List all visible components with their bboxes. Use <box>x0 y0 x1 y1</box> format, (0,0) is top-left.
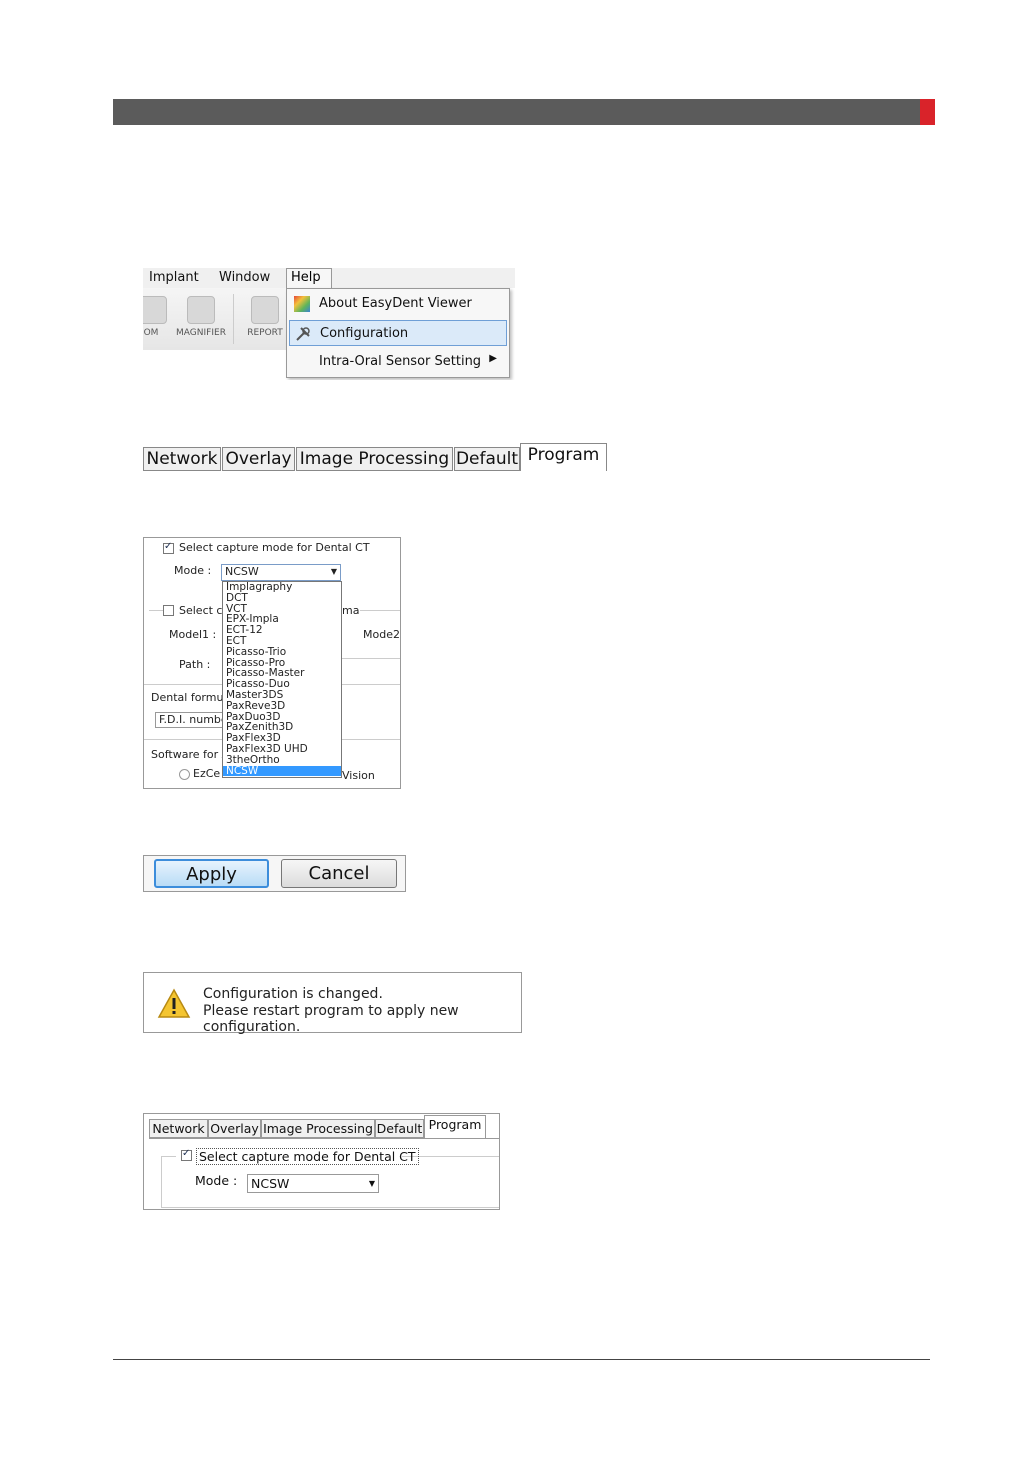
path-label: Path : <box>179 658 211 671</box>
toolbar-zoom[interactable]: OM <box>143 296 167 338</box>
apply-button[interactable]: Apply <box>154 859 269 888</box>
group-line <box>360 610 400 611</box>
model1-label: Model1 : <box>169 628 217 641</box>
mode-label: Mode : <box>195 1173 238 1188</box>
toolbar-report-label: REPORT <box>247 328 283 338</box>
mode-option[interactable]: 3theOrtho <box>223 754 341 766</box>
mode-dropdown-screenshot: Select capture mode for Dental CT Mode :… <box>143 537 401 789</box>
toolbar-magnifier[interactable]: MAGNIFIER <box>176 296 226 338</box>
submenu-arrow-icon: ▶ <box>489 353 497 364</box>
software-label: Software for A <box>151 748 230 761</box>
menu-implant[interactable]: Implant <box>149 270 199 285</box>
restart-message-screenshot: Configuration is changed. Please restart… <box>143 972 522 1035</box>
toolbar-zoom-label: OM <box>143 328 159 338</box>
tab-program[interactable]: Program <box>520 443 607 471</box>
report-icon <box>251 296 279 324</box>
help-dropdown-menu: About EasyDent Viewer Configuration Intr… <box>286 288 510 378</box>
toolbar-magnifier-label: MAGNIFIER <box>176 328 226 338</box>
chevron-down-icon: ▼ <box>330 567 337 576</box>
zoom-icon <box>143 296 167 324</box>
select2-label: Select c <box>179 604 223 617</box>
mode-options-list: Implagraphy DCT VCT EPX-Impla ECT-12 ECT Picas… <box>222 581 342 778</box>
mode-option[interactable]: NCSW <box>223 765 341 777</box>
capture-mode-checkbox[interactable] <box>163 541 174 554</box>
app-icon <box>294 296 310 312</box>
tab-default[interactable]: Default <box>454 447 520 471</box>
tab-network[interactable]: Network <box>149 1119 208 1138</box>
capture-mode-label: Select capture mode for Dental CT <box>196 1148 419 1165</box>
mode-option[interactable]: PaxReve3D <box>223 700 341 712</box>
mode-select[interactable]: NCSW ▼ <box>221 564 341 581</box>
tab-default[interactable]: Default <box>375 1119 424 1138</box>
help-menu-screenshot: Implant Window Help OM MAGNIFIER REPORT … <box>143 268 515 380</box>
apply-cancel-screenshot: Apply Cancel <box>143 855 406 892</box>
magnifier-icon <box>187 296 215 324</box>
message-line2: Please restart program to apply new conf… <box>203 1003 459 1035</box>
dental-formula-value: F.D.I. numbe <box>159 713 228 726</box>
select-mode2-checkbox[interactable] <box>163 605 174 616</box>
path-field-edge <box>342 658 400 659</box>
chevron-down-icon: ▼ <box>368 1179 375 1188</box>
tab-overlay[interactable]: Overlay <box>208 1119 261 1138</box>
ezce-label: EzCe <box>193 767 221 780</box>
ezce-radio[interactable] <box>179 769 190 780</box>
tab-overlay[interactable]: Overlay <box>222 447 295 471</box>
mode-label: Mode : <box>174 564 212 577</box>
menu-window[interactable]: Window <box>219 270 270 285</box>
menu-item-about[interactable]: About EasyDent Viewer <box>289 291 507 317</box>
cancel-button[interactable]: Cancel <box>281 859 397 888</box>
menu-item-sensor-label: Intra-Oral Sensor Setting <box>319 354 482 369</box>
menu-item-about-label: About EasyDent Viewer <box>319 296 472 311</box>
capture-mode-checkbox[interactable] <box>181 1148 192 1161</box>
toolbar-separator <box>233 294 234 344</box>
menu-item-sensor-setting[interactable]: Intra-Oral Sensor Setting ▶ <box>289 349 507 375</box>
tab-image-processing[interactable]: Image Processing <box>296 447 453 471</box>
warning-icon <box>157 988 191 1018</box>
footer-rule <box>113 1359 930 1360</box>
mode2-label: Mode2 <box>363 628 400 641</box>
vision-label: Vision <box>342 769 375 782</box>
menu-item-configuration-label: Configuration <box>320 326 409 341</box>
menu-help[interactable]: Help <box>286 268 332 290</box>
config-tabs: Network Overlay Image Processing Default… <box>143 443 608 471</box>
mode-option[interactable]: DCT <box>223 592 341 604</box>
header-accent <box>920 99 935 125</box>
mode-select[interactable]: NCSW ▼ <box>247 1174 379 1193</box>
tab-image-processing[interactable]: Image Processing <box>261 1119 375 1138</box>
menu-help-label: Help <box>291 270 321 285</box>
tools-icon <box>296 327 310 341</box>
group-line <box>149 610 163 611</box>
message-line1: Configuration is changed. <box>203 986 383 1002</box>
capture-mode-label: Select capture mode for Dental CT <box>179 541 370 554</box>
tab-network[interactable]: Network <box>143 447 221 471</box>
toolbar: OM MAGNIFIER REPORT <box>143 288 288 350</box>
mode-select-value: NCSW <box>251 1176 290 1191</box>
final-config-screenshot: Network Overlay Image Processing Default… <box>143 1113 500 1210</box>
select2-suffix: ma <box>342 604 360 617</box>
menu-item-configuration[interactable]: Configuration <box>289 320 507 346</box>
mode-select-value: NCSW <box>225 565 259 578</box>
dental-formula-label: Dental formula <box>151 691 234 704</box>
tab-baseline <box>149 1138 499 1139</box>
header-bar <box>113 99 920 125</box>
mode-option[interactable]: Picasso-Trio <box>223 646 341 658</box>
tab-program[interactable]: Program <box>424 1115 486 1138</box>
toolbar-report[interactable]: REPORT <box>243 296 287 338</box>
